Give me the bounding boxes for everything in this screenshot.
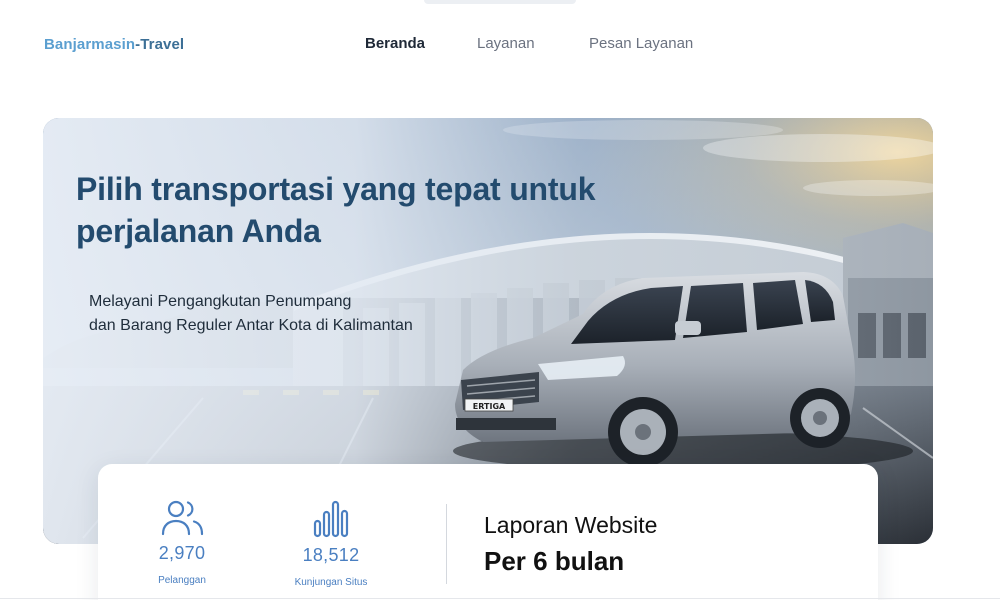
car-plate-text: ERTIGA: [473, 402, 506, 411]
nav-item-layanan[interactable]: Layanan: [477, 35, 535, 52]
nav-item-pesan-layanan[interactable]: Pesan Layanan: [589, 35, 693, 52]
stat-visits: 18,512 Kunjungan Situs: [271, 498, 391, 588]
stat-customers-label: Pelanggan: [158, 575, 206, 586]
bar-chart-icon: [313, 500, 349, 538]
stats-card: 2,970 Pelanggan 18,512 Kunjungan Situs L…: [98, 464, 878, 600]
stat-customers: 2,970 Pelanggan: [122, 498, 242, 586]
top-handle: [424, 0, 576, 4]
stat-visits-label: Kunjungan Situs: [294, 577, 368, 588]
stats-divider: [446, 504, 447, 584]
stat-visits-value: 18,512: [302, 545, 360, 565]
nav-item-beranda[interactable]: Beranda: [365, 35, 425, 52]
users-icon: [161, 500, 204, 536]
stat-customers-value: 2,970: [158, 543, 206, 563]
report-title: Laporan Website: [484, 512, 658, 538]
report-period: Per 6 bulan: [484, 546, 625, 576]
brand-name-part2: -Travel: [135, 36, 185, 53]
page-bottom-divider: [0, 598, 1000, 599]
brand-logo[interactable]: Banjarmasin-Travel: [44, 36, 184, 53]
hero-subtitle-line-1: Melayani Pengangkutan Penumpang: [89, 293, 352, 310]
brand-name-part1: Banjarmasin: [44, 36, 136, 53]
hero-title: Pilih transportasi yang tepat untuk perj…: [76, 171, 596, 249]
hero-subtitle-line-2: dan Barang Reguler Antar Kota di Kaliman…: [89, 317, 413, 334]
hero-subtitle: Melayani Pengangkutan Penumpang dan Bara…: [89, 290, 509, 338]
